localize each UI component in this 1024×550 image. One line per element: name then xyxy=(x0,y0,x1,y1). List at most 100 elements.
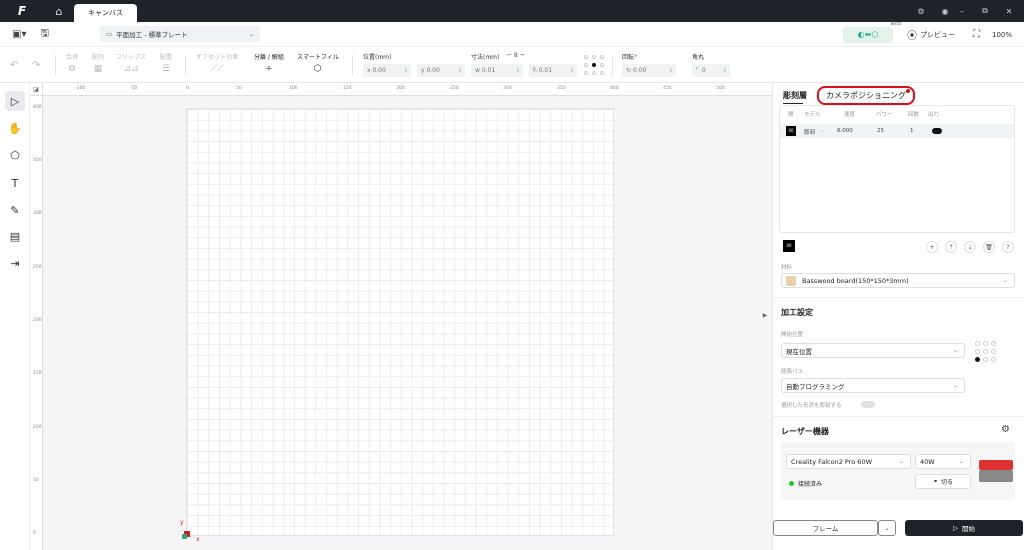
camera-icon: ◐⬅⬡ xyxy=(857,30,879,39)
offset-tool[interactable]: オフセット効果 ⟋⟋ xyxy=(196,52,238,74)
layer-power[interactable]: 25 xyxy=(877,128,884,134)
delete-icon[interactable]: 🗑 xyxy=(983,241,995,253)
gear-icon[interactable]: ⚙ xyxy=(1001,424,1010,435)
ruler-label: 50 xyxy=(33,478,39,483)
play-icon: ▷ xyxy=(953,524,958,532)
fit-screen-icon[interactable]: ⛶ xyxy=(973,29,980,40)
layer-row[interactable]: 00 彫刻 ⌄ 6,000 25 1 xyxy=(780,124,1014,138)
text-tool-icon[interactable]: T xyxy=(5,173,25,193)
ruler-label: 200 xyxy=(33,318,42,323)
lock-ratio-icon[interactable]: ⌐ 8 ¬ xyxy=(507,52,525,59)
redo-icon[interactable]: ↷ xyxy=(32,60,40,71)
link-icon: ⚭ xyxy=(932,478,938,485)
material-select[interactable]: Basswood board(150*150*3mm) ⌄ xyxy=(781,273,1015,288)
laser-device-image xyxy=(977,456,1013,486)
ruler-corner-icon[interactable]: ◪ xyxy=(30,83,43,96)
start-label: 開始 xyxy=(962,525,975,533)
selected-only-toggle[interactable] xyxy=(861,401,875,408)
camera-button[interactable]: ◐⬅⬡ Beta xyxy=(842,22,901,43)
close-icon[interactable]: ✕ xyxy=(1004,7,1014,16)
restore-icon[interactable]: ⧉ xyxy=(980,6,990,16)
shapes-tool-icon[interactable]: ⬠ xyxy=(5,145,25,165)
radius-value: 0 xyxy=(701,67,706,74)
radius-input[interactable]: ⌜ 0 ⇕ xyxy=(692,64,730,77)
add-layer-icon[interactable]: + xyxy=(926,241,938,253)
frame-button[interactable]: フレーム xyxy=(773,520,878,536)
home-icon[interactable]: ⌂ xyxy=(44,0,74,22)
edit-toolbar: ↶ ↷ 合併 ⧉ 配列 ▦ フリップス ⊿⊿ 配置 ☰ オフセット効果 ⟋⟋ 分離 / 解… xyxy=(0,47,1024,83)
device-select[interactable]: Creality Falcon2 Pro 60W ⌄ xyxy=(786,454,911,469)
material-value: Basswood board(150*150*3mm) xyxy=(802,276,909,285)
start-position-select[interactable]: 現在位置 ⌄ xyxy=(781,343,965,358)
layer-color-swatch[interactable]: 00 xyxy=(783,240,795,252)
import-tool-icon[interactable]: ⇥ xyxy=(5,253,25,273)
arrange-tool[interactable]: 配列 ▦ xyxy=(92,52,104,74)
layer-speed[interactable]: 6,000 xyxy=(837,128,853,134)
save-icon[interactable]: 🖫 xyxy=(40,26,49,43)
gear-icon[interactable]: ⚙ xyxy=(916,7,926,16)
height-input[interactable]: h 0.01 ⇕ xyxy=(529,64,577,77)
disconnect-button[interactable]: ⚭ 切る xyxy=(915,474,971,489)
undo-icon[interactable]: ↶ xyxy=(10,60,18,71)
chevron-down-icon: ⌄ xyxy=(248,30,254,38)
left-toolbar: ▷ ✋ ⬠ T ✎ ▤ ⇥ xyxy=(0,83,30,550)
preview-button[interactable]: ⦿ プレビュー xyxy=(907,27,955,43)
merge-icon: ⧉ xyxy=(68,64,76,74)
layer-list: 層 モデル 速度 パワー 回数 出力 00 彫刻 ⌄ 6,000 25 1 xyxy=(779,105,1015,233)
ruler-label: 350 xyxy=(557,86,566,91)
tab-layers[interactable]: 彫刻層 xyxy=(783,90,807,101)
x-position-input[interactable]: x 0.00 ⇕ xyxy=(363,64,411,77)
collapse-panel-icon[interactable]: ▶ xyxy=(757,300,773,330)
path-select[interactable]: 自動プログラミング ⌄ xyxy=(781,378,965,393)
split-tool[interactable]: 分離 / 解組 ÷ xyxy=(254,52,284,74)
process-mode-select[interactable]: ▭ 平面加工 - 標準プレート ⌄ xyxy=(100,26,260,42)
ruler-label: 300 xyxy=(33,211,42,216)
minimize-icon[interactable]: – xyxy=(958,7,966,16)
chevron-down-icon: ⌄ xyxy=(958,458,964,465)
offset-icon: ⟋⟋ xyxy=(210,64,224,74)
laser-device-card: Creality Falcon2 Pro 60W ⌄ 40W ⌄ 接続済み ⚭ … xyxy=(781,442,1015,500)
work-grid[interactable] xyxy=(186,108,614,536)
align-tool[interactable]: 配置 ☰ xyxy=(160,52,172,74)
start-anchor-grid[interactable] xyxy=(975,341,997,363)
image-tool-icon[interactable]: ▤ xyxy=(5,226,25,246)
tab-camera-positioning[interactable]: カメラポジショニング xyxy=(817,85,915,105)
move-up-icon[interactable]: ⇡ xyxy=(945,241,957,253)
wood-swatch xyxy=(786,275,796,286)
open-file-icon[interactable]: ▣▾ xyxy=(12,29,26,40)
start-button[interactable]: ▷ 開始 xyxy=(905,520,1023,536)
hand-tool-icon[interactable]: ✋ xyxy=(5,118,25,138)
rotation-input[interactable]: ↻ 0.00 ⇕ xyxy=(622,64,676,77)
layer-mode[interactable]: 彫刻 xyxy=(804,128,815,136)
col-speed: 速度 xyxy=(844,112,856,118)
y-position-input[interactable]: y 0.00 ⇕ xyxy=(417,64,465,77)
merge-tool[interactable]: 合併 ⧉ xyxy=(66,52,78,74)
account-icon[interactable]: ◉ xyxy=(940,7,950,16)
frame-options-chevron-icon[interactable]: ⌄ xyxy=(878,520,896,536)
layer-color-swatch[interactable]: 00 xyxy=(786,126,796,136)
ruler-label: 50 xyxy=(236,86,242,91)
width-input[interactable]: w 0.01 ⇕ xyxy=(471,64,523,77)
anchor-grid[interactable] xyxy=(584,55,604,75)
help-icon[interactable]: ? xyxy=(1002,241,1014,253)
spinner-icon: ⇕ xyxy=(569,67,574,74)
start-position-value: 現在位置 xyxy=(786,347,812,356)
flip-tool[interactable]: フリップス ⊿⊿ xyxy=(116,52,146,74)
pen-tool-icon[interactable]: ✎ xyxy=(5,200,25,220)
output-toggle[interactable] xyxy=(932,128,942,134)
zoom-level[interactable]: 100% xyxy=(992,31,1012,39)
main-toolbar: ▣▾ 🖫 ▭ 平面加工 - 標準プレート ⌄ ◐⬅⬡ Beta ⦿ プレビュー … xyxy=(0,22,1024,47)
ruler-label: -50 xyxy=(130,86,138,91)
canvas-area[interactable]: -100 -50 0 50 100 150 200 250 300 350 40… xyxy=(30,83,772,550)
path-value: 自動プログラミング xyxy=(786,382,845,391)
tab-canvas[interactable]: キャンバス xyxy=(74,4,137,22)
layer-passes[interactable]: 1 xyxy=(910,128,914,134)
smart-fill-tool[interactable]: スマートフィル ⬡ xyxy=(297,52,339,74)
power-select[interactable]: 40W ⌄ xyxy=(915,454,971,469)
ruler-label: 100 xyxy=(33,425,42,430)
selected-only-label: 選択した形状を彫刻する xyxy=(781,403,842,409)
select-tool-icon[interactable]: ▷ xyxy=(5,91,25,111)
width-value: w 0.01 xyxy=(475,67,496,74)
move-down-icon[interactable]: ⇣ xyxy=(964,241,976,253)
status-dot xyxy=(789,481,794,486)
